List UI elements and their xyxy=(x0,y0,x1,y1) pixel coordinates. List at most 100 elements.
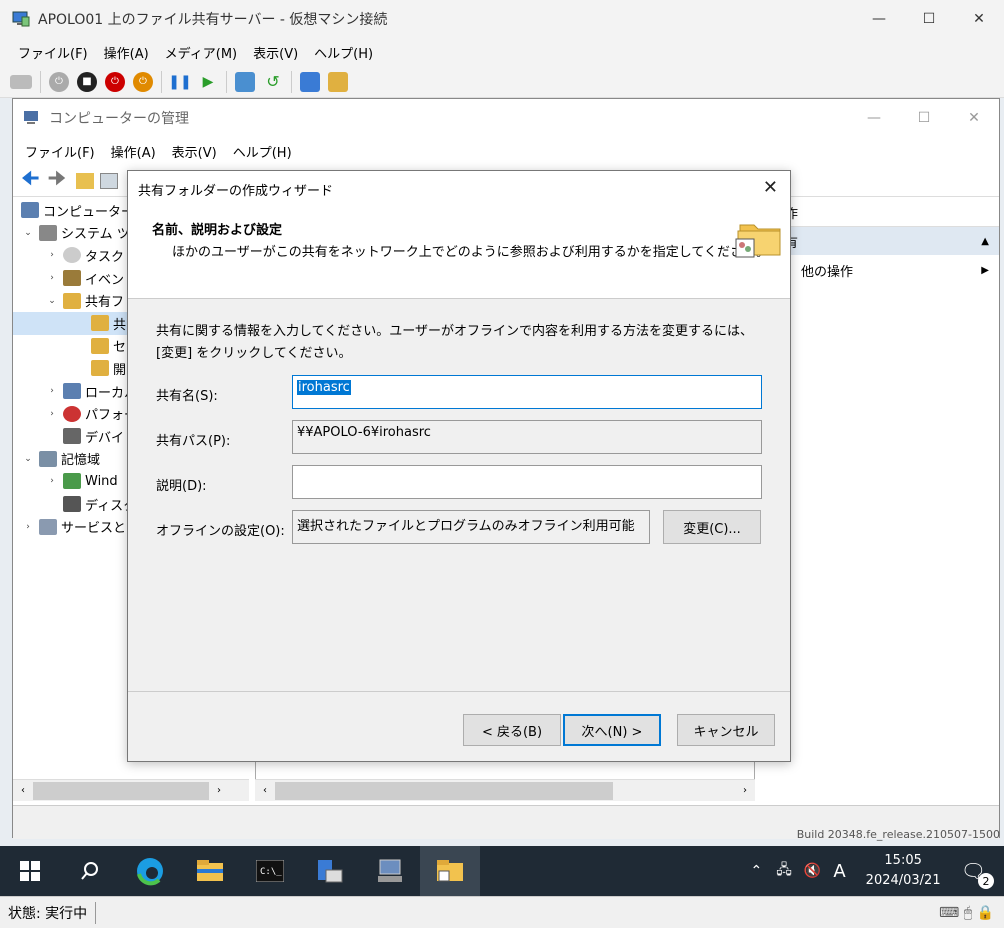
collapse-up-icon[interactable]: ▲ xyxy=(981,236,989,247)
content-horizontal-scrollbar[interactable]: ‹ › xyxy=(255,779,755,801)
back-button[interactable]: < 戻る(B) xyxy=(463,714,561,746)
wizard-footer: < 戻る(B) 次へ(N) > キャンセル xyxy=(128,691,790,761)
close-button[interactable]: ✕ xyxy=(954,0,1004,38)
save-state-icon[interactable]: ⏻ xyxy=(133,71,153,92)
toolbar-separator xyxy=(291,70,292,93)
chevron-right-icon[interactable]: › xyxy=(45,250,59,260)
change-button[interactable]: 変更(C)... xyxy=(663,510,761,544)
cm-maximize-button[interactable]: ☐ xyxy=(899,99,949,137)
command-prompt-icon: C:\_ xyxy=(256,860,284,882)
build-watermark: Build 20348.fe_release.210507-1500 xyxy=(796,828,1000,841)
chevron-right-icon[interactable]: › xyxy=(45,476,59,486)
computer-management-icon xyxy=(378,859,402,882)
share-wizard-taskbar-button[interactable] xyxy=(420,846,480,896)
volume-muted-icon[interactable]: 🔇 xyxy=(804,863,821,879)
share-path-field: ¥¥APOLO-6¥irohasrc xyxy=(292,420,762,454)
next-button[interactable]: 次へ(N) > xyxy=(563,714,661,746)
chevron-down-icon[interactable]: ⌄ xyxy=(21,454,35,464)
computer-management-taskbar-button[interactable] xyxy=(360,846,420,896)
show-tree-icon[interactable] xyxy=(100,172,119,189)
share-name-label: 共有名(S): xyxy=(156,389,218,404)
clock[interactable]: 15:05 2024/03/21 xyxy=(866,851,941,891)
cm-menu-view[interactable]: 表示(V) xyxy=(164,142,225,161)
scroll-thumb[interactable] xyxy=(33,781,209,800)
minimize-button[interactable]: — xyxy=(854,0,904,38)
local-users-icon xyxy=(63,383,81,400)
chevron-right-icon[interactable]: › xyxy=(45,386,59,396)
menu-help[interactable]: ヘルプ(H) xyxy=(306,43,381,62)
server-manager-taskbar-button[interactable] xyxy=(300,846,360,896)
revert-icon[interactable]: ↺ xyxy=(263,72,283,92)
cm-minimize-button[interactable]: — xyxy=(849,99,899,137)
description-label: 説明(D): xyxy=(156,479,207,494)
description-input[interactable] xyxy=(292,465,762,499)
chevron-down-icon[interactable]: ⌄ xyxy=(45,296,59,306)
menu-media[interactable]: メディア(M) xyxy=(157,43,245,62)
start-button[interactable] xyxy=(0,846,60,896)
edge-taskbar-button[interactable] xyxy=(120,846,180,896)
back-arrow-icon[interactable]: 🠈 xyxy=(21,164,40,198)
scroll-left-icon[interactable]: ‹ xyxy=(13,785,33,796)
scroll-right-icon[interactable]: › xyxy=(735,785,755,796)
svg-text:C:\_: C:\_ xyxy=(260,867,282,877)
computer-icon xyxy=(21,202,39,219)
cm-close-button[interactable]: ✕ xyxy=(949,99,999,137)
share-icon[interactable] xyxy=(328,71,348,92)
scroll-right-icon[interactable]: › xyxy=(209,785,229,796)
up-folder-icon[interactable] xyxy=(76,172,95,189)
enhanced-session-icon[interactable] xyxy=(300,71,320,92)
shutdown-icon[interactable]: ⏻ xyxy=(105,71,125,92)
notification-badge: 2 xyxy=(978,873,994,889)
close-icon: ✕ xyxy=(973,11,985,27)
scroll-left-icon[interactable]: ‹ xyxy=(255,785,275,796)
chevron-right-icon[interactable]: › xyxy=(21,522,35,532)
wizard-heading: 名前、説明および設定 xyxy=(152,223,283,238)
device-indicator-icons: ⌨ 🖱 🔒 xyxy=(939,904,994,921)
cmd-taskbar-button[interactable]: C:\_ xyxy=(240,846,300,896)
cm-menu-action[interactable]: 操作(A) xyxy=(103,142,164,161)
file-explorer-taskbar-button[interactable] xyxy=(180,846,240,896)
chevron-down-icon[interactable]: ⌄ xyxy=(21,228,35,238)
storage-icon xyxy=(39,450,57,467)
search-button[interactable] xyxy=(60,846,120,896)
maximize-button[interactable]: ☐ xyxy=(904,0,954,38)
vm-status-text: 状態: 実行中 xyxy=(8,905,88,922)
cancel-button[interactable]: キャンセル xyxy=(677,714,775,746)
share-name-input[interactable]: irohasrc xyxy=(292,375,762,409)
shares-icon xyxy=(91,315,109,332)
chevron-right-icon[interactable]: › xyxy=(45,273,59,283)
server-manager-icon xyxy=(318,860,343,883)
menu-view[interactable]: 表示(V) xyxy=(245,43,306,62)
notification-button[interactable]: 🗨 2 xyxy=(961,859,994,889)
checkpoint-icon[interactable] xyxy=(235,71,255,92)
open-files-icon xyxy=(91,360,109,377)
wizard-close-icon[interactable]: ✕ xyxy=(763,177,778,198)
cm-menu-help[interactable]: ヘルプ(H) xyxy=(225,142,300,161)
offline-settings-label: オフラインの設定(O): xyxy=(156,524,285,539)
turn-off-icon[interactable]: ■ xyxy=(77,71,97,92)
wizard-subheading: ほかのユーザーがこの共有をネットワーク上でどのように参照および利用するかを指定し… xyxy=(172,245,769,260)
more-actions-item[interactable]: 他の操作 ▶ xyxy=(761,255,999,285)
wizard-title-bar: 共有フォルダーの作成ウィザード ✕ xyxy=(128,171,790,207)
chevron-up-icon[interactable]: ⌃ xyxy=(751,863,763,879)
cm-menu-file[interactable]: ファイル(F) xyxy=(17,142,103,161)
forward-arrow-icon[interactable]: 🠊 xyxy=(48,164,67,198)
network-icon[interactable]: 🖧 xyxy=(776,859,792,883)
wizard-body: 共有に関する情報を入力してください。ユーザーがオフラインで内容を利用する方法を変… xyxy=(128,299,790,691)
ime-indicator[interactable]: A xyxy=(833,861,845,882)
start-icon[interactable]: ⏻ xyxy=(49,71,69,92)
tree-horizontal-scrollbar[interactable]: ‹ › xyxy=(13,779,249,801)
ctrl-alt-del-icon[interactable] xyxy=(10,74,32,89)
scroll-thumb[interactable] xyxy=(275,781,613,800)
menu-action[interactable]: 操作(A) xyxy=(96,43,157,62)
edge-icon xyxy=(137,858,163,886)
maximize-icon: ☐ xyxy=(922,11,936,27)
close-icon: ✕ xyxy=(968,110,980,126)
ops-section[interactable]: 有 ▲ xyxy=(761,227,999,255)
chevron-right-icon[interactable]: › xyxy=(45,409,59,419)
disk-management-icon xyxy=(63,496,81,513)
vm-screen: コンピューターの管理 — ☐ ✕ ファイル(F) 操作(A) 表示(V) ヘルプ… xyxy=(0,98,1004,896)
resume-icon[interactable]: ▶ xyxy=(198,72,218,92)
menu-file[interactable]: ファイル(F) xyxy=(10,43,96,62)
pause-icon[interactable]: ❚❚ xyxy=(168,72,191,92)
